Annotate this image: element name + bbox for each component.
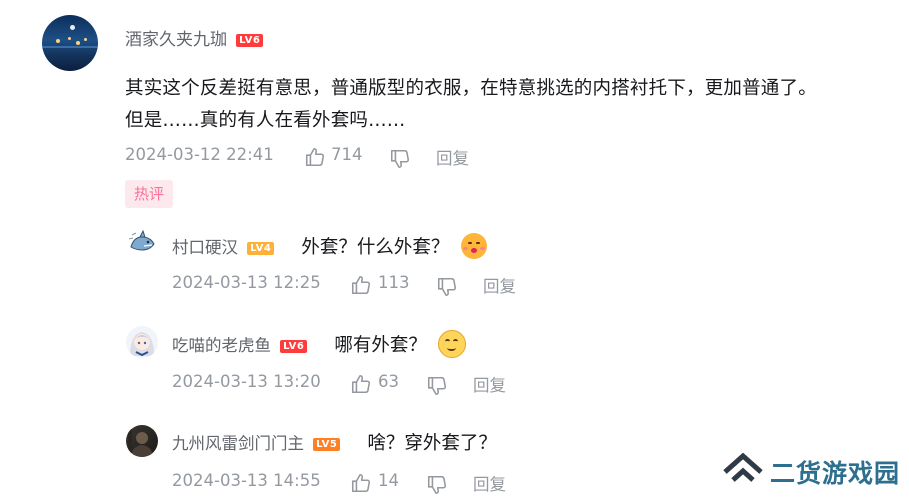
reply-header: 九州风雷剑门门主 LV5 啥？穿外套了？ <box>172 429 497 455</box>
hot-comment-tag: 热评 <box>125 180 174 208</box>
reply-button[interactable]: 回复 <box>483 273 516 297</box>
avatar-water <box>42 46 98 48</box>
level-badge: LV6 <box>236 34 264 47</box>
timestamp: 2024-03-13 14:55 <box>172 471 321 490</box>
user-name[interactable]: 酒家久夹九珈 <box>125 30 227 50</box>
dislike-icon[interactable] <box>426 474 448 496</box>
reply-button[interactable]: 回复 <box>473 471 506 495</box>
reply-header: 村口硬汉 LV4 外套？什么外套？ <box>172 232 487 262</box>
like-icon[interactable] <box>304 146 326 168</box>
avatar-light <box>76 41 80 45</box>
dislike-icon[interactable] <box>426 375 448 397</box>
reply-meta: 2024-03-13 13:20 63 回复 <box>172 372 572 396</box>
timestamp: 2024-03-13 13:20 <box>172 372 321 391</box>
comment-text-line: 但是……真的有人在看外套吗…… <box>125 110 406 131</box>
comment-header: 酒家久夹九珈 LV6 <box>125 25 264 50</box>
dislike-icon[interactable] <box>436 276 458 298</box>
shark-avatar-icon <box>128 229 155 251</box>
reply-text: 啥？穿外套了？ <box>367 433 497 454</box>
kiss-face-emoji <box>460 232 487 259</box>
comment-text: 其实这个反差挺有意思，普通版型的衣服，在特意挑选的内搭衬托下，更加普通了。 但是… <box>125 73 895 137</box>
photo-avatar-icon <box>128 429 153 457</box>
watermark-text: 二货游戏园 <box>770 459 901 488</box>
user-name[interactable]: 九州风雷剑门门主 <box>172 434 304 453</box>
reply-avatar[interactable] <box>126 326 158 358</box>
avatar-light <box>84 38 87 41</box>
comment-meta: 2024-03-12 22:41 714 回复 <box>125 145 525 169</box>
dislike-icon[interactable] <box>389 148 411 170</box>
smile-face-emoji <box>438 329 466 358</box>
timestamp: 2024-03-13 12:25 <box>172 273 321 292</box>
reply-header: 吃喵的老虎鱼 LV6 哪有外套？ <box>172 329 466 361</box>
level-badge: LV4 <box>247 242 275 255</box>
like-count: 14 <box>378 471 399 490</box>
like-count: 113 <box>378 273 410 292</box>
level-badge: LV5 <box>313 438 341 451</box>
reply-meta: 2024-03-13 14:55 14 回复 <box>172 471 572 495</box>
avatar-light <box>68 37 71 40</box>
anime-girl-avatar-icon <box>130 332 154 357</box>
reply-button[interactable]: 回复 <box>473 372 506 396</box>
like-count: 714 <box>331 145 363 164</box>
like-icon[interactable] <box>350 274 372 296</box>
level-badge: LV6 <box>280 340 308 353</box>
reply-avatar[interactable] <box>126 227 158 259</box>
reply-avatar[interactable] <box>126 425 158 457</box>
like-icon[interactable] <box>350 472 372 494</box>
avatar-light <box>56 39 60 43</box>
reply-button[interactable]: 回复 <box>436 145 469 169</box>
timestamp: 2024-03-12 22:41 <box>125 145 274 164</box>
user-name[interactable]: 吃喵的老虎鱼 <box>172 336 271 355</box>
reply-meta: 2024-03-13 12:25 113 回复 <box>172 273 572 297</box>
avatar[interactable] <box>42 15 98 71</box>
like-icon[interactable] <box>350 373 372 395</box>
watermark-logo-icon <box>723 452 763 482</box>
reply-text: 哪有外套？ <box>334 335 427 356</box>
like-count: 63 <box>378 372 399 391</box>
avatar-moon <box>70 25 75 30</box>
comment-text-line: 其实这个反差挺有意思，普通版型的衣服，在特意挑选的内搭衬托下，更加普通了。 <box>125 78 817 99</box>
reply-text: 外套？什么外套？ <box>301 237 450 258</box>
user-name[interactable]: 村口硬汉 <box>172 238 238 257</box>
